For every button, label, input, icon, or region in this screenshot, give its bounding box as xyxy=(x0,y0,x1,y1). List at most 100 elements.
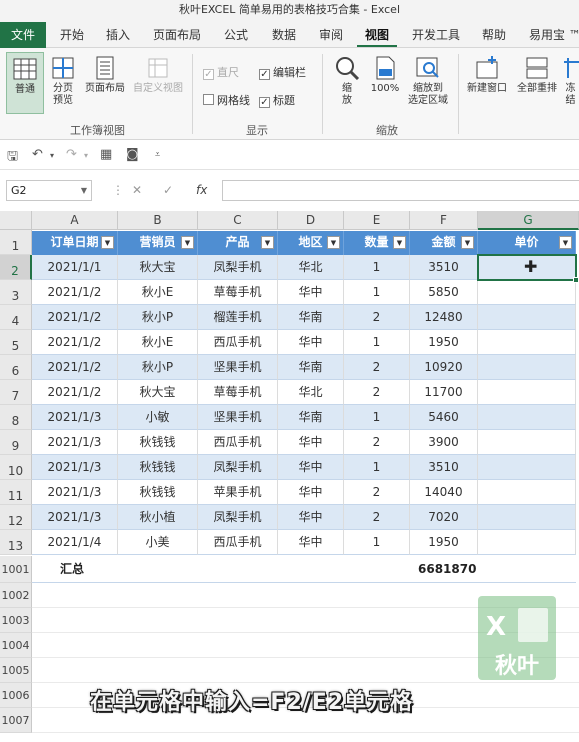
cell-quantity[interactable]: 1 xyxy=(344,530,410,555)
cell-product[interactable]: 西瓜手机 xyxy=(198,330,278,355)
column-header-g[interactable]: G xyxy=(478,211,579,230)
zoom-button[interactable]: 缩 放 xyxy=(330,56,364,118)
cell-product[interactable]: 西瓜手机 xyxy=(198,430,278,455)
cell-salesperson[interactable]: 小美 xyxy=(118,530,198,555)
cell-unit-price[interactable] xyxy=(478,355,576,380)
cell-salesperson[interactable]: 秋小P xyxy=(118,355,198,380)
cell-date[interactable]: 2021/1/2 xyxy=(32,330,118,355)
cell-salesperson[interactable]: 秋小P xyxy=(118,305,198,330)
cell-salesperson[interactable]: 小敏 xyxy=(118,405,198,430)
headings-checkbox[interactable]: ✓ 标题 xyxy=(259,94,295,108)
gridlines-checkbox[interactable]: 网格线 xyxy=(203,94,250,108)
cell-unit-price[interactable] xyxy=(478,430,576,455)
tab-page-layout[interactable]: 页面布局 xyxy=(145,22,209,48)
cell-salesperson[interactable]: 秋钱钱 xyxy=(118,430,198,455)
page-break-preview-button[interactable]: 分页 预览 xyxy=(46,56,80,116)
row-header-1005[interactable]: 1005 xyxy=(0,658,32,683)
cell-amount[interactable]: 3510 xyxy=(410,455,478,480)
cell-region[interactable]: 华北 xyxy=(278,380,344,405)
save-icon[interactable]: 🖫 xyxy=(7,147,18,169)
cell-region[interactable]: 华中 xyxy=(278,330,344,355)
cell-date[interactable]: 2021/1/3 xyxy=(32,455,118,480)
cell-salesperson[interactable]: 秋大宝 xyxy=(118,380,198,405)
customize-qat-icon[interactable]: ⩡ xyxy=(155,150,160,160)
cell-salesperson[interactable]: 秋小E xyxy=(118,280,198,305)
cell-unit-price[interactable] xyxy=(478,405,576,430)
normal-view-button[interactable]: 普通 xyxy=(6,52,44,114)
cell-unit-price[interactable] xyxy=(478,530,576,555)
filter-dropdown-icon[interactable]: ▼ xyxy=(559,236,572,249)
row-header-1003[interactable]: 1003 xyxy=(0,608,32,633)
cancel-icon[interactable]: ✕ xyxy=(132,180,142,201)
cell-quantity[interactable]: 2 xyxy=(344,480,410,505)
cell-date[interactable]: 2021/1/2 xyxy=(32,280,118,305)
row-header-2[interactable]: 2 xyxy=(0,255,32,280)
cell-region[interactable]: 华南 xyxy=(278,405,344,430)
custom-view-button[interactable]: 自定义视图 xyxy=(130,56,186,116)
cell-salesperson[interactable]: 秋钱钱 xyxy=(118,455,198,480)
insert-function-icon[interactable]: fx xyxy=(196,180,207,201)
ruler-checkbox[interactable]: ✓ 直尺 xyxy=(203,66,239,80)
cell-amount[interactable]: 1950 xyxy=(410,530,478,555)
cell-unit-price[interactable] xyxy=(478,455,576,480)
cell-date[interactable]: 2021/1/3 xyxy=(32,430,118,455)
cell-region[interactable]: 华中 xyxy=(278,505,344,530)
cell-region[interactable]: 华北 xyxy=(278,255,344,280)
cell-product[interactable]: 苹果手机 xyxy=(198,480,278,505)
formula-bar-checkbox[interactable]: ✓ 编辑栏 xyxy=(259,66,306,80)
tab-insert[interactable]: 插入 xyxy=(98,22,138,48)
redo-icon[interactable]: ↷ xyxy=(66,147,77,162)
cell-unit-price[interactable] xyxy=(478,505,576,530)
row-header-5[interactable]: 5 xyxy=(0,330,32,355)
cell-quantity[interactable]: 1 xyxy=(344,280,410,305)
row-header-6[interactable]: 6 xyxy=(0,355,32,380)
tab-help[interactable]: 帮助 xyxy=(474,22,514,48)
cell-product[interactable]: 凤梨手机 xyxy=(198,505,278,530)
cell-amount[interactable]: 5850 xyxy=(410,280,478,305)
cell-unit-price[interactable] xyxy=(478,305,576,330)
tab-view[interactable]: 视图 xyxy=(357,22,398,47)
cell-unit-price[interactable] xyxy=(478,380,576,405)
chevron-down-icon[interactable]: ▼ xyxy=(81,181,87,200)
cell-date[interactable]: 2021/1/2 xyxy=(32,380,118,405)
cell-quantity[interactable]: 1 xyxy=(344,455,410,480)
cell-region[interactable]: 华中 xyxy=(278,280,344,305)
cell-unit-price[interactable] xyxy=(478,280,576,305)
filter-dropdown-icon[interactable]: ▼ xyxy=(261,236,274,249)
filter-dropdown-icon[interactable]: ▼ xyxy=(327,236,340,249)
row-header-1007[interactable]: 1007 xyxy=(0,708,32,733)
cell-product[interactable]: 榴莲手机 xyxy=(198,305,278,330)
cell-amount[interactable]: 3510 xyxy=(410,255,478,280)
page-layout-view-button[interactable]: 页面布局 xyxy=(82,56,128,116)
tab-review[interactable]: 审阅 xyxy=(311,22,351,48)
name-box[interactable]: G2 ▼ xyxy=(6,180,92,201)
row-header-1[interactable]: 1 xyxy=(0,230,32,255)
row-header-8[interactable]: 8 xyxy=(0,405,32,430)
cell-region[interactable]: 华南 xyxy=(278,305,344,330)
tab-home[interactable]: 开始 xyxy=(52,22,92,48)
filter-dropdown-icon[interactable]: ▼ xyxy=(101,236,114,249)
cell-unit-price[interactable] xyxy=(478,480,576,505)
cell-region[interactable]: 华中 xyxy=(278,455,344,480)
row-header-12[interactable]: 12 xyxy=(0,505,32,530)
arrange-all-button[interactable]: 全部重排 xyxy=(512,56,562,116)
camera-icon[interactable]: ◙ xyxy=(126,147,139,162)
cell-salesperson[interactable]: 秋小植 xyxy=(118,505,198,530)
formula-input[interactable] xyxy=(222,180,579,201)
column-header-a[interactable]: A xyxy=(32,211,118,230)
cell-amount[interactable]: 12480 xyxy=(410,305,478,330)
undo-icon[interactable]: ↶ xyxy=(32,147,43,162)
row-header-7[interactable]: 7 xyxy=(0,380,32,405)
cell-amount[interactable]: 11700 xyxy=(410,380,478,405)
tab-formulas[interactable]: 公式 xyxy=(216,22,256,48)
cell-amount[interactable]: 5460 xyxy=(410,405,478,430)
cell-region[interactable]: 华中 xyxy=(278,530,344,555)
column-header-d[interactable]: D xyxy=(278,211,344,230)
cell-product[interactable]: 凤梨手机 xyxy=(198,255,278,280)
column-header-b[interactable]: B xyxy=(118,211,198,230)
row-header-3[interactable]: 3 xyxy=(0,280,32,305)
cell-date[interactable]: 2021/1/3 xyxy=(32,405,118,430)
cell-product[interactable]: 坚果手机 xyxy=(198,405,278,430)
cell-quantity[interactable]: 2 xyxy=(344,305,410,330)
cell-region[interactable]: 华中 xyxy=(278,480,344,505)
